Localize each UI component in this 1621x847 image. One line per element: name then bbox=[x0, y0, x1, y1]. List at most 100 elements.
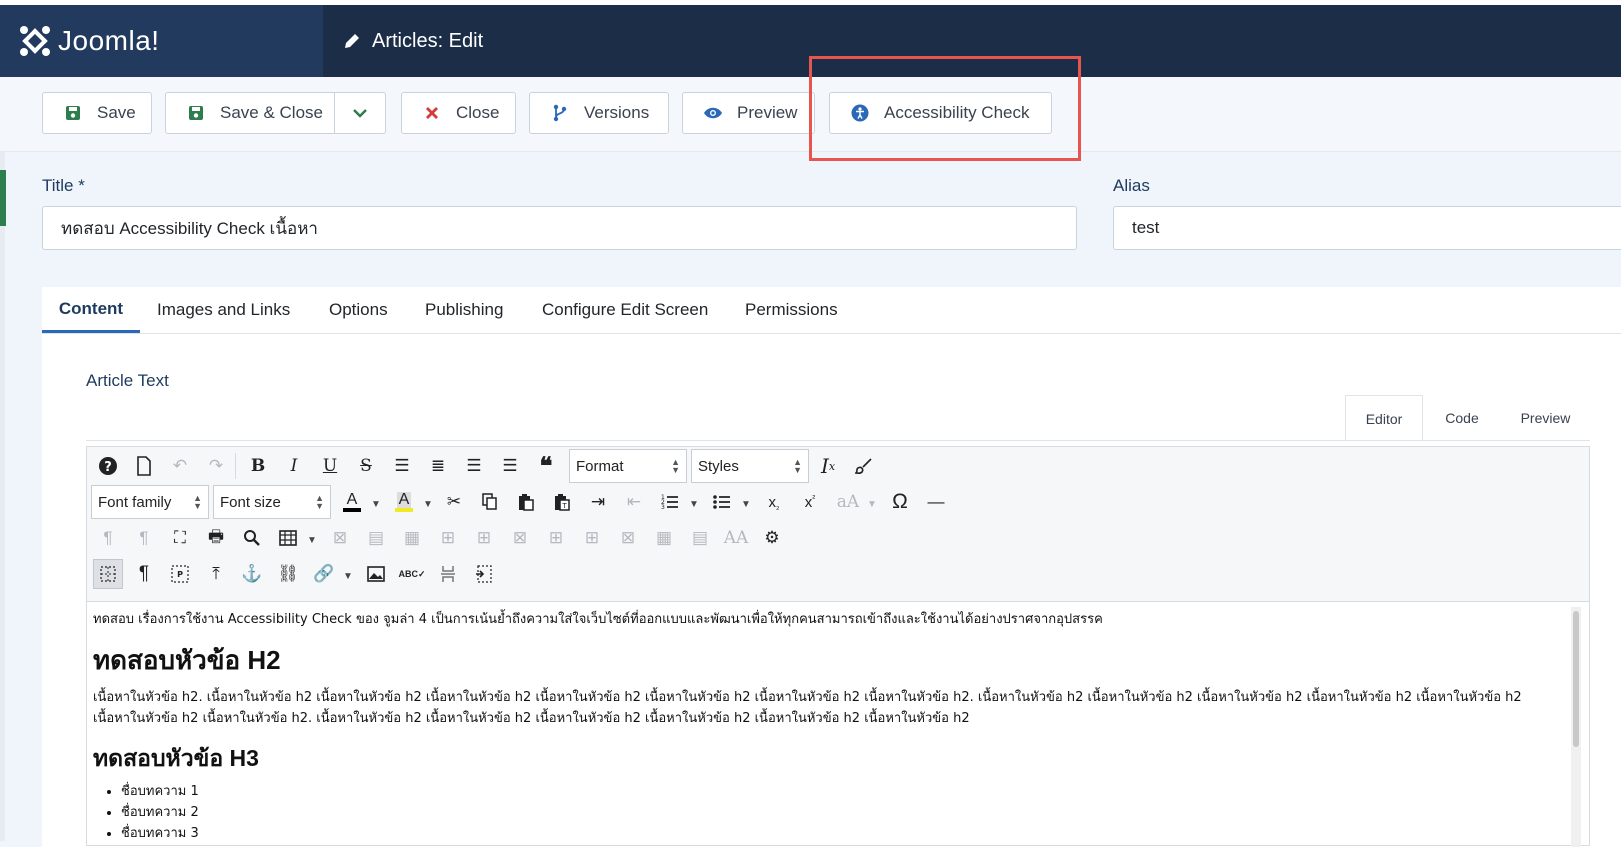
tab-content[interactable]: Content bbox=[42, 287, 140, 333]
ltr-icon[interactable]: ¶ bbox=[93, 523, 123, 553]
svg-text:3: 3 bbox=[661, 504, 665, 511]
numbered-list-icon[interactable]: 123 bbox=[655, 487, 685, 517]
page-break-icon[interactable] bbox=[433, 559, 463, 589]
table-insert-row-after-icon[interactable]: ⊞ bbox=[469, 523, 499, 553]
editor-tab-preview[interactable]: Preview bbox=[1501, 395, 1590, 441]
editor-tab-code[interactable]: Code bbox=[1423, 395, 1501, 441]
preview-label: Preview bbox=[737, 103, 798, 122]
tab-publishing[interactable]: Publishing bbox=[425, 287, 503, 333]
horizontal-rule-icon[interactable]: — bbox=[921, 487, 951, 517]
show-blocks-pilcrow-icon[interactable]: ¶ bbox=[129, 559, 159, 589]
blockquote-icon[interactable]: ❝ bbox=[531, 451, 561, 481]
redo-icon[interactable]: ↷ bbox=[201, 451, 231, 481]
table-delete-col-icon[interactable]: ⊠ bbox=[613, 523, 643, 553]
search-icon[interactable] bbox=[237, 523, 267, 553]
indent-icon[interactable]: ⇥ bbox=[583, 487, 613, 517]
tab-options[interactable]: Options bbox=[329, 287, 388, 333]
template-icon[interactable] bbox=[469, 559, 499, 589]
scrollbar-thumb[interactable] bbox=[1573, 611, 1579, 747]
editor-scrollbar[interactable] bbox=[1571, 607, 1581, 847]
table-delete-icon[interactable]: ⊠ bbox=[325, 523, 355, 553]
preview-button[interactable]: Preview bbox=[682, 92, 815, 134]
visual-aid-icon[interactable] bbox=[93, 559, 123, 589]
align-right-icon[interactable]: ☰ bbox=[495, 451, 525, 481]
close-button[interactable]: Close bbox=[401, 92, 516, 134]
paste-text-icon[interactable]: T bbox=[547, 487, 577, 517]
table-insert-row-before-icon[interactable]: ⊞ bbox=[433, 523, 463, 553]
table-icon[interactable] bbox=[273, 523, 303, 553]
outdent-icon[interactable]: ⇤ bbox=[619, 487, 649, 517]
intro-paragraph: ทดสอบ เรื่องการใช้งาน Accessibility Chec… bbox=[93, 612, 1103, 627]
caret-down-icon[interactable]: ▼ bbox=[689, 499, 699, 510]
styles-select[interactable]: Styles ▲ ▼ bbox=[691, 449, 809, 483]
save-button[interactable]: Save bbox=[42, 92, 152, 134]
anchor-icon[interactable]: ⚓ bbox=[237, 559, 267, 589]
save-icon bbox=[63, 105, 83, 121]
updown-arrow-icon: ▲ ▼ bbox=[193, 493, 202, 511]
page-title: Articles: Edit bbox=[342, 5, 483, 77]
logo[interactable]: Joomla! bbox=[0, 5, 323, 77]
rtl-icon[interactable]: ¶ bbox=[129, 523, 159, 553]
tab-images-links[interactable]: Images and Links bbox=[157, 287, 290, 333]
unlink-icon[interactable]: ⛓ bbox=[273, 559, 303, 589]
link-icon[interactable]: 🔗 bbox=[309, 559, 339, 589]
font-size-select[interactable]: Font size ▲ ▼ bbox=[213, 485, 331, 519]
title-input[interactable]: ทดสอบ Accessibility Check เนื้อหา bbox=[42, 206, 1077, 250]
table-row-props-icon[interactable]: ▤ bbox=[361, 523, 391, 553]
caret-down-icon[interactable]: ▼ bbox=[741, 499, 751, 510]
caret-down-icon[interactable]: ▼ bbox=[867, 499, 877, 510]
underline-icon[interactable]: U bbox=[315, 451, 345, 481]
show-blocks-icon[interactable]: P bbox=[165, 559, 195, 589]
format-select[interactable]: Format ▲ ▼ bbox=[569, 449, 687, 483]
tab-permissions[interactable]: Permissions bbox=[745, 287, 838, 333]
pencil-icon bbox=[345, 34, 359, 48]
new-document-icon[interactable] bbox=[129, 451, 159, 481]
close-icon bbox=[422, 106, 442, 120]
spellcheck-icon[interactable]: ABC✓ bbox=[397, 559, 427, 589]
save-dropdown-toggle[interactable] bbox=[334, 93, 385, 133]
table-insert-col-before-icon[interactable]: ⊞ bbox=[541, 523, 571, 553]
italic-icon[interactable]: I bbox=[279, 451, 309, 481]
gear-icon[interactable]: ⚙ bbox=[757, 523, 787, 553]
table-split-cells-icon[interactable]: ▦ bbox=[649, 523, 679, 553]
versions-button[interactable]: Versions bbox=[529, 92, 669, 134]
image-icon[interactable] bbox=[361, 559, 391, 589]
help-icon[interactable]: ? bbox=[93, 451, 123, 481]
subscript-icon[interactable]: x₂ bbox=[759, 487, 789, 517]
editor-tab-editor[interactable]: Editor bbox=[1345, 395, 1423, 441]
alias-input[interactable]: test bbox=[1113, 206, 1621, 250]
table-merge-cells-icon[interactable]: ▤ bbox=[685, 523, 715, 553]
strikethrough-icon[interactable]: S bbox=[351, 451, 381, 481]
editor-content[interactable]: ทดสอบ เรื่องการใช้งาน Accessibility Chec… bbox=[93, 609, 1533, 844]
table-cell-props-icon[interactable]: ▦ bbox=[397, 523, 427, 553]
fullscreen-icon[interactable]: ⛶ bbox=[165, 523, 195, 553]
table-insert-col-after-icon[interactable]: ⊞ bbox=[577, 523, 607, 553]
text-style-icon[interactable]: AA bbox=[721, 523, 751, 553]
caret-down-icon[interactable]: ▼ bbox=[423, 499, 433, 510]
text-color-icon[interactable]: A bbox=[337, 487, 367, 517]
caret-down-icon[interactable]: ▼ bbox=[307, 535, 317, 546]
bold-icon[interactable]: B bbox=[243, 451, 273, 481]
table-delete-row-icon[interactable]: ⊠ bbox=[505, 523, 535, 553]
align-center-icon[interactable]: ≣ bbox=[423, 451, 453, 481]
change-case-icon[interactable]: aA bbox=[833, 487, 863, 517]
clear-formatting-icon[interactable]: Ix bbox=[813, 451, 843, 481]
insert-upload-icon[interactable]: ⤒ bbox=[201, 559, 231, 589]
save-close-button[interactable]: Save & Close bbox=[165, 92, 386, 134]
superscript-icon[interactable]: x² bbox=[795, 487, 825, 517]
caret-down-icon[interactable]: ▼ bbox=[371, 499, 381, 510]
print-icon[interactable]: 🖶 bbox=[201, 523, 231, 553]
special-character-icon[interactable]: Ω bbox=[885, 487, 915, 517]
align-left-icon[interactable]: ☰ bbox=[459, 451, 489, 481]
copy-icon[interactable] bbox=[475, 487, 505, 517]
paste-icon[interactable] bbox=[511, 487, 541, 517]
font-family-select[interactable]: Font family ▲ ▼ bbox=[91, 485, 209, 519]
tab-configure-edit-screen[interactable]: Configure Edit Screen bbox=[542, 287, 708, 333]
bullet-list-icon[interactable] bbox=[707, 487, 737, 517]
undo-icon[interactable]: ↶ bbox=[165, 451, 195, 481]
align-justify-icon[interactable]: ☰ bbox=[387, 451, 417, 481]
background-color-icon[interactable]: A bbox=[389, 487, 419, 517]
cut-icon[interactable]: ✂ bbox=[439, 487, 469, 517]
cleanup-brush-icon[interactable] bbox=[849, 451, 879, 481]
caret-down-icon[interactable]: ▼ bbox=[343, 571, 353, 582]
